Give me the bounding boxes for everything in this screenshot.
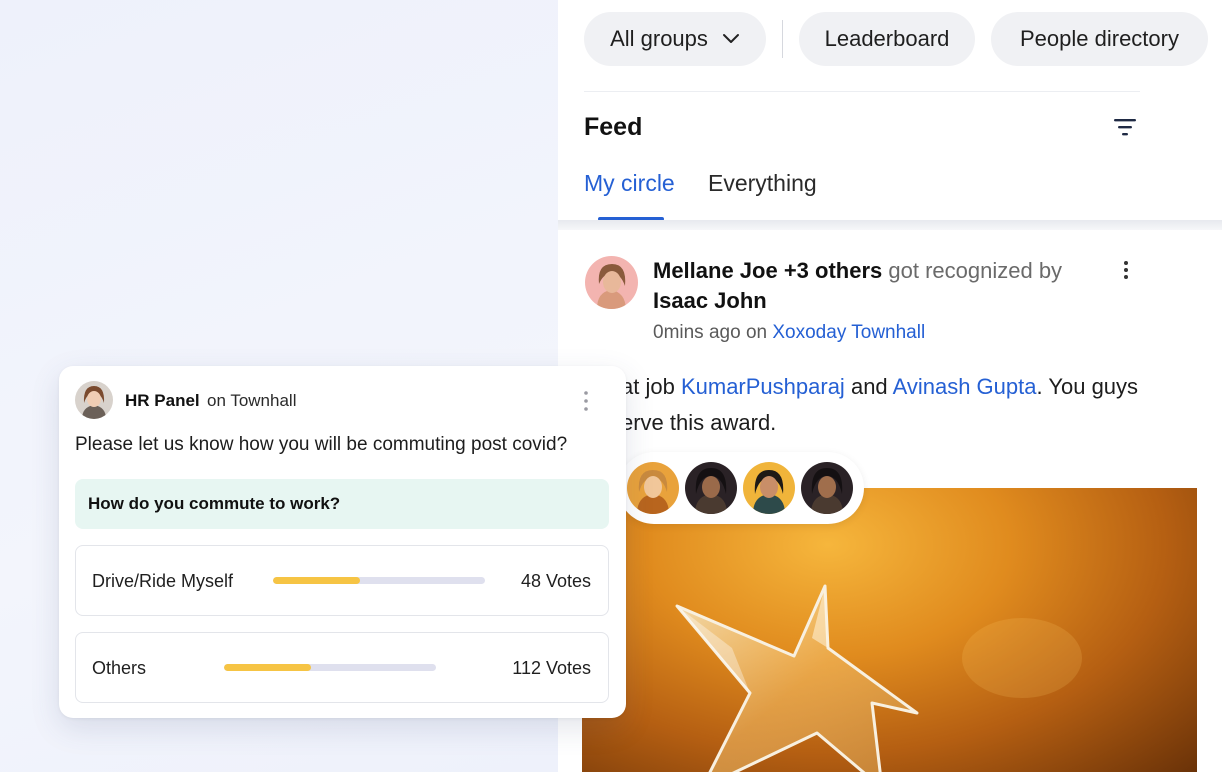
poll-card: HR Panel on Townhall Please let us know … [59, 366, 626, 718]
leaderboard-button[interactable]: Leaderboard [799, 12, 975, 66]
more-options-icon[interactable] [1116, 260, 1136, 280]
recipient-avatars[interactable] [618, 452, 864, 524]
poll-option-votes: 112 Votes [512, 658, 591, 678]
message-suffix: . You guys [1036, 374, 1139, 399]
post-message: at job KumarPushparaj and Avinash Gupta.… [621, 369, 1201, 441]
person-avatar-icon [743, 462, 795, 514]
mention-kumarpushparaj[interactable]: KumarPushparaj [681, 374, 845, 399]
poll-title-text: How do you commute to work? [88, 494, 341, 513]
star-trophy-icon [675, 584, 1082, 772]
person-avatar-icon [685, 462, 737, 514]
post-time: 0mins ago [653, 322, 741, 343]
poll-progress-fill [273, 577, 360, 584]
poll-progress-bar [224, 664, 436, 671]
post-group-link[interactable]: Xoxoday Townhall [772, 322, 925, 343]
people-directory-label: People directory [1020, 26, 1179, 51]
avatar[interactable] [75, 381, 113, 419]
poll-group: on Townhall [207, 391, 297, 410]
avatar [743, 462, 795, 514]
post-recipients[interactable]: Mellane Joe +3 others [653, 258, 882, 283]
leaderboard-label: Leaderboard [824, 26, 950, 51]
all-groups-dropdown[interactable]: All groups [584, 12, 766, 66]
filter-icon[interactable] [1113, 116, 1137, 138]
poll-title: How do you commute to work? [75, 479, 609, 529]
message-line2: erve this award. [621, 410, 777, 435]
pill-divider [782, 20, 783, 58]
avatar[interactable] [585, 256, 638, 309]
poll-author[interactable]: HR Panel [125, 391, 200, 411]
person-avatar-icon [585, 256, 638, 309]
feed-separator [558, 220, 1222, 230]
message-prefix: at job [621, 374, 675, 399]
tab-my-circle[interactable]: My circle [584, 170, 675, 197]
avatar [801, 462, 853, 514]
post-meta: 0mins ago on Xoxoday Townhall [653, 322, 925, 344]
all-groups-label: All groups [610, 26, 708, 51]
mention-avinash-gupta[interactable]: Avinash Gupta [893, 374, 1037, 399]
poll-option-votes: 48 Votes [520, 571, 591, 591]
poll-progress-bar [273, 577, 485, 584]
poll-option[interactable]: Drive/Ride Myself 48 Votes [75, 545, 609, 616]
person-avatar-icon [75, 381, 113, 419]
poll-progress-fill [224, 664, 311, 671]
feed-title: Feed [584, 113, 643, 141]
post-headline: Mellane Joe +3 others got recognized by [653, 258, 1062, 284]
poll-question: Please let us know how you will be commu… [75, 434, 568, 455]
tab-everything[interactable]: Everything [708, 170, 817, 197]
post-action-text: got recognized by [888, 258, 1063, 283]
poll-option-label: Drive/Ride Myself [92, 571, 234, 591]
award-image[interactable] [582, 488, 1197, 772]
people-directory-button[interactable]: People directory [991, 12, 1208, 66]
more-options-icon[interactable] [579, 390, 593, 412]
avatar [685, 462, 737, 514]
header-divider [584, 91, 1140, 92]
poll-option-label: Others [92, 658, 147, 678]
post-on-text: on [745, 322, 768, 343]
post-giver[interactable]: Isaac John [653, 288, 767, 314]
person-avatar-icon [801, 462, 853, 514]
message-and: and [850, 374, 888, 399]
chevron-down-icon [722, 34, 739, 43]
avatar [627, 462, 679, 514]
person-avatar-icon [627, 462, 679, 514]
poll-option[interactable]: Others 112 Votes [75, 632, 609, 703]
